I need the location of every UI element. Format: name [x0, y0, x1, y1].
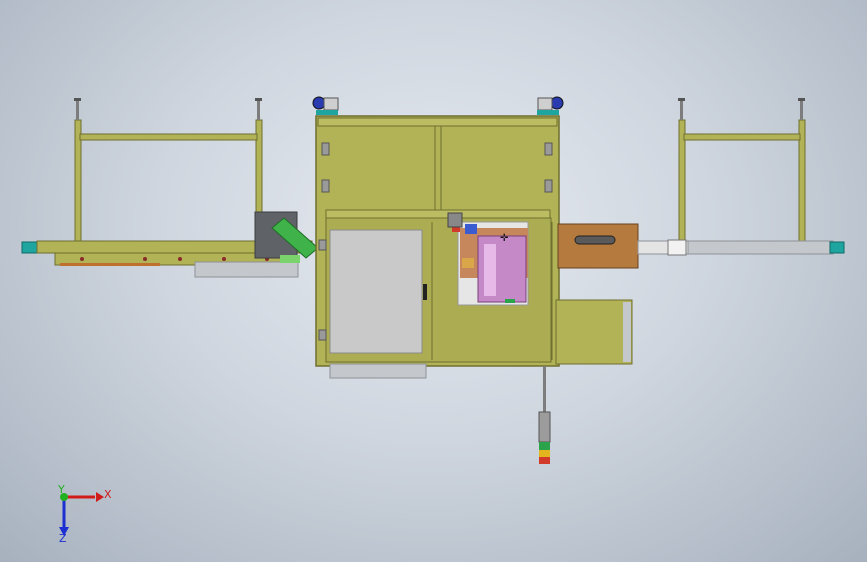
axis-z-label: Z	[59, 532, 67, 545]
cad-viewport[interactable]: ✛ X Y Z	[0, 0, 867, 562]
left-caster	[312, 96, 339, 115]
axis-y-label: Y	[57, 483, 65, 496]
right-conveyor[interactable]	[637, 239, 845, 256]
svg-text:✛: ✛	[500, 233, 509, 244]
axis-triad: X Y Z	[57, 483, 112, 545]
axis-x-label: X	[104, 488, 112, 501]
wooden-tray[interactable]	[557, 223, 639, 269]
left-overhead-frame[interactable]	[74, 98, 263, 246]
plc-panel[interactable]: ✛	[447, 212, 529, 306]
right-caster	[537, 96, 564, 115]
right-overhead-frame[interactable]	[678, 98, 806, 246]
signal-tower[interactable]	[538, 366, 551, 464]
right-drawer[interactable]	[555, 299, 633, 365]
left-conveyor[interactable]	[21, 211, 319, 278]
